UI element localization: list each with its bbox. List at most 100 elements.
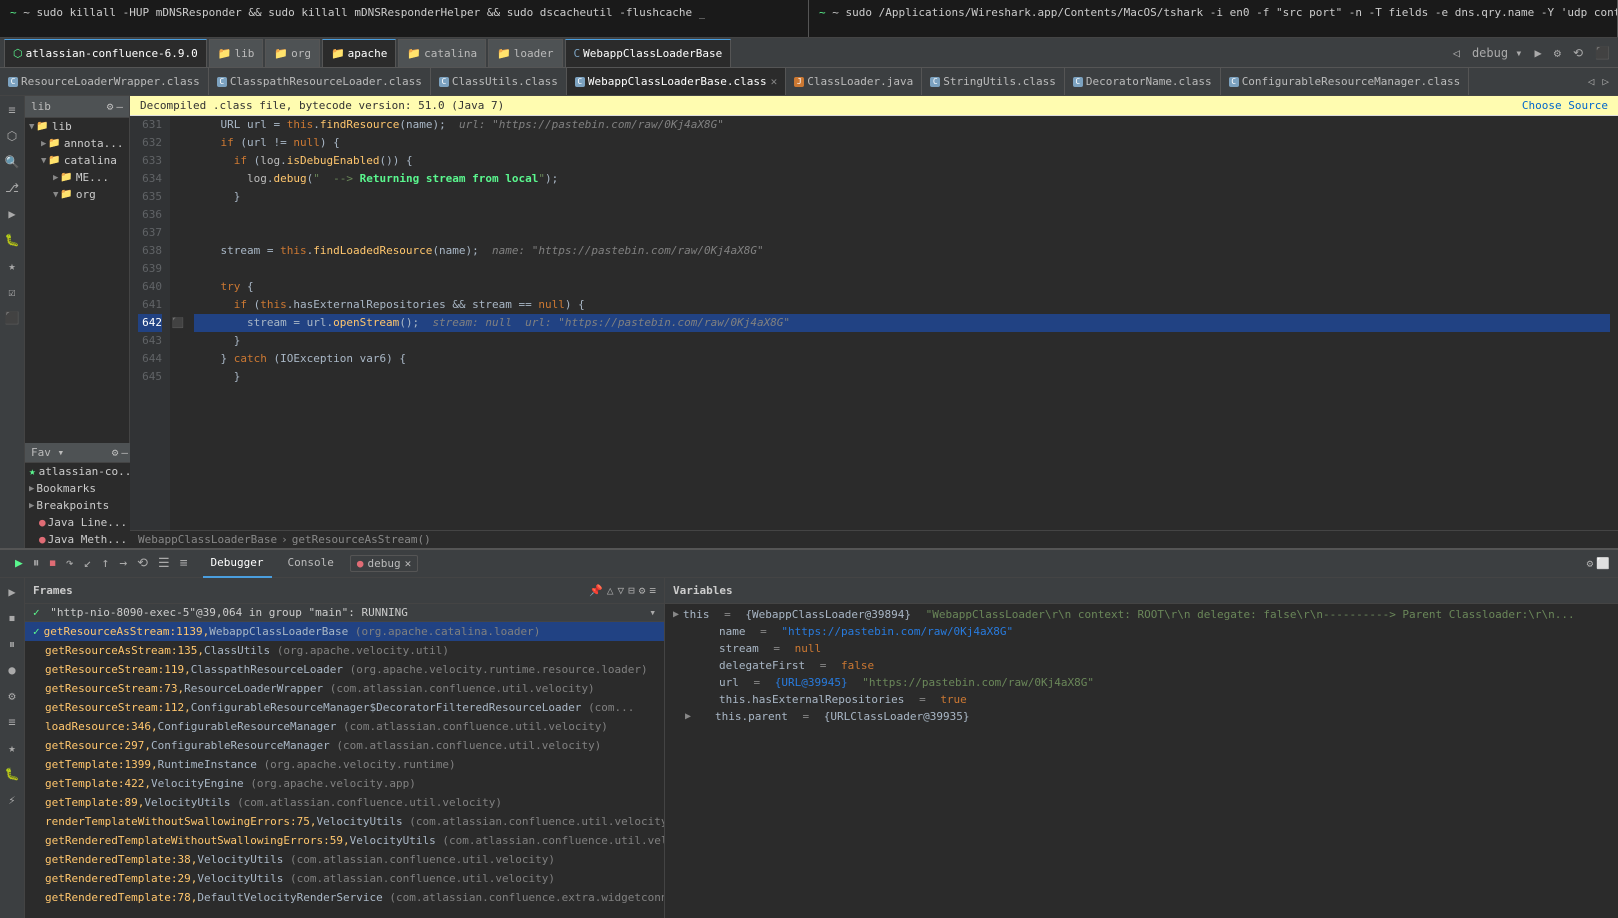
fav-item-bookmarks[interactable]: ▶ Bookmarks bbox=[25, 480, 134, 497]
stop-btn[interactable]: ⏹ bbox=[46, 554, 59, 573]
editor-tab-string-utils[interactable]: C StringUtils.class bbox=[922, 68, 1065, 96]
frames-settings-icon[interactable]: ⚙ bbox=[639, 584, 646, 597]
nav-left-icon[interactable]: ◁ bbox=[1449, 44, 1464, 62]
var-item-4[interactable]: url = {URL@39945} "https://pastebin.com/… bbox=[665, 674, 1618, 691]
frame-item-13[interactable]: getRenderedTemplate:29, VelocityUtils (c… bbox=[25, 869, 664, 888]
scroll-right-icon[interactable]: ▷ bbox=[1599, 73, 1612, 90]
frames-filter-icon[interactable]: ⊟ bbox=[628, 584, 635, 597]
debug-panel-settings-icon[interactable]: ⚙ bbox=[1587, 557, 1594, 570]
tree-annota[interactable]: ▶ 📁 annota... bbox=[25, 135, 129, 152]
debug-instance-label[interactable]: ● debug ✕ bbox=[350, 555, 418, 572]
fav-item-java-line[interactable]: ● Java Line... bbox=[25, 514, 134, 531]
resume-btn[interactable]: ▶ bbox=[12, 554, 26, 573]
frame-item-10[interactable]: renderTemplateWithoutSwallowingErrors:75… bbox=[25, 812, 664, 831]
fav-item-breakpoints[interactable]: ▶ Breakpoints bbox=[25, 497, 134, 514]
editor-tab-resource-loader-wrapper[interactable]: C ResourceLoaderWrapper.class bbox=[0, 68, 209, 96]
debug-icon-8[interactable]: 🐛 bbox=[2, 764, 22, 784]
file-tab-webapp[interactable]: C WebappClassLoaderBase bbox=[565, 39, 732, 67]
debug-icon-sidebar[interactable]: 🐛 bbox=[2, 230, 22, 250]
breadcrumb-class[interactable]: WebappClassLoaderBase bbox=[138, 533, 277, 546]
step-out-btn[interactable]: ↑ bbox=[98, 554, 112, 573]
frame-item-7[interactable]: getTemplate:1399, RuntimeInstance (org.a… bbox=[25, 755, 664, 774]
settings-btn[interactable]: ≡ bbox=[177, 554, 191, 573]
watches-btn[interactable]: ☰ bbox=[155, 554, 173, 573]
run-to-cursor-btn[interactable]: → bbox=[116, 554, 130, 573]
frame-item-14[interactable]: getRenderedTemplate:78, DefaultVelocityR… bbox=[25, 888, 664, 907]
frames-arrow-up-icon[interactable]: △ bbox=[607, 584, 614, 597]
frames-arrow-down-icon[interactable]: ▽ bbox=[618, 584, 625, 597]
git-icon[interactable]: ⎇ bbox=[2, 178, 22, 198]
frame-item-9[interactable]: getTemplate:89, VelocityUtils (com.atlas… bbox=[25, 793, 664, 812]
search-icon[interactable]: 🔍 bbox=[2, 152, 22, 172]
sidebar-expand-icon[interactable]: — bbox=[116, 100, 123, 113]
frame-item-3[interactable]: getResourceStream:73, ResourceLoaderWrap… bbox=[25, 679, 664, 698]
frame-item-8[interactable]: getTemplate:422, VelocityEngine (org.apa… bbox=[25, 774, 664, 793]
evaluate-btn[interactable]: ⟲ bbox=[134, 554, 151, 573]
editor-tab-classpath-resource-loader[interactable]: C ClasspathResourceLoader.class bbox=[209, 68, 431, 96]
step-into-btn[interactable]: ↙ bbox=[81, 554, 95, 573]
fav-close-icon[interactable]: — bbox=[121, 446, 128, 459]
file-tab-apache[interactable]: 📁 apache bbox=[322, 39, 396, 67]
var-item-5[interactable]: this.hasExternalRepositories = true bbox=[665, 691, 1618, 708]
editor-tab-decorator-name[interactable]: C DecoratorName.class bbox=[1065, 68, 1221, 96]
run-icon[interactable]: ▶ bbox=[1531, 44, 1546, 62]
editor-tab-webapp-class-loader-base[interactable]: C WebappClassLoaderBase.class ✕ bbox=[567, 68, 786, 96]
editor-tab-configurable-resource-manager[interactable]: C ConfigurableResourceManager.class bbox=[1221, 68, 1470, 96]
thread-dropdown-icon[interactable]: ▾ bbox=[649, 606, 656, 619]
editor-tab-class-loader-java[interactable]: J ClassLoader.java bbox=[786, 68, 922, 96]
toolbar-icon-2[interactable]: ⟲ bbox=[1569, 44, 1587, 62]
fav-settings-icon[interactable]: ⚙ bbox=[112, 446, 119, 459]
scroll-left-icon[interactable]: ◁ bbox=[1585, 73, 1598, 90]
frame-item-1[interactable]: getResourceAsStream:135, ClassUtils (org… bbox=[25, 641, 664, 660]
debug-icon-2[interactable]: ⏹ bbox=[2, 608, 22, 628]
frame-item-5[interactable]: loadResource:346, ConfigurableResourceMa… bbox=[25, 717, 664, 736]
tree-org[interactable]: ▼ 📁 org bbox=[25, 186, 129, 203]
file-tab-org[interactable]: 📁 org bbox=[265, 39, 320, 67]
choose-source-link[interactable]: Choose Source bbox=[1522, 99, 1608, 112]
bookmark-icon[interactable]: ★ bbox=[2, 256, 22, 276]
frames-menu-icon[interactable]: ≡ bbox=[649, 584, 656, 597]
frame-item-2[interactable]: getResourceStream:119, ClasspathResource… bbox=[25, 660, 664, 679]
file-tab-loader[interactable]: 📁 loader bbox=[488, 39, 562, 67]
frame-item-4[interactable]: getResourceStream:112, ConfigurableResou… bbox=[25, 698, 664, 717]
debug-panel-expand-icon[interactable]: ⬜ bbox=[1596, 557, 1610, 570]
toolbar-icon-3[interactable]: ⬛ bbox=[1591, 44, 1614, 62]
tree-catalina[interactable]: ▼ 📁 catalina bbox=[25, 152, 129, 169]
debug-icon-7[interactable]: ★ bbox=[2, 738, 22, 758]
project-icon-btn[interactable]: ⬡ bbox=[2, 126, 22, 146]
debug-icon-4[interactable]: ● bbox=[2, 660, 22, 680]
var-item-2[interactable]: stream = null bbox=[665, 640, 1618, 657]
fav-item-java-meth[interactable]: ● Java Meth... bbox=[25, 531, 134, 548]
todo-icon[interactable]: ☑ bbox=[2, 282, 22, 302]
debug-icon-5[interactable]: ⚙ bbox=[2, 686, 22, 706]
step-over-btn[interactable]: ↷ bbox=[63, 554, 77, 573]
run-icon-sidebar[interactable]: ▶ bbox=[2, 204, 22, 224]
debug-icon-9[interactable]: ⚡ bbox=[2, 790, 22, 810]
pause-btn[interactable]: ⏸ bbox=[30, 554, 43, 573]
fav-item-atlassian[interactable]: ★ atlassian-co... bbox=[25, 463, 134, 480]
sidebar-settings-icon[interactable]: ⚙ bbox=[107, 100, 114, 113]
debug-icon-6[interactable]: ≡ bbox=[2, 712, 22, 732]
debug-icon-1[interactable]: ▶ bbox=[2, 582, 22, 602]
close-icon-active-tab[interactable]: ✕ bbox=[771, 75, 778, 88]
frame-item-6[interactable]: getResource:297, ConfigurableResourceMan… bbox=[25, 736, 664, 755]
debug-dropdown-icon[interactable]: debug ▾ bbox=[1468, 44, 1527, 62]
var-item-0[interactable]: ▶this = {WebappClassLoader@39894} "Webap… bbox=[665, 606, 1618, 623]
tree-me[interactable]: ▶ 📁 ME... bbox=[25, 169, 129, 186]
breadcrumb-method[interactable]: getResourceAsStream() bbox=[292, 533, 431, 546]
file-tab-catalina[interactable]: 📁 catalina bbox=[398, 39, 486, 67]
debug-tab-debugger[interactable]: Debugger bbox=[203, 550, 272, 578]
code-content[interactable]: 631 632 633 634 635 636 637 638 639 640 … bbox=[130, 116, 1618, 530]
debug-icon-3[interactable]: ⏸ bbox=[2, 634, 22, 654]
tree-lib[interactable]: ▼ 📁 lib bbox=[25, 118, 129, 135]
var-item-3[interactable]: delegateFirst = false bbox=[665, 657, 1618, 674]
frame-item-12[interactable]: getRenderedTemplate:38, VelocityUtils (c… bbox=[25, 850, 664, 869]
file-tab-lib[interactable]: 📁 lib bbox=[209, 39, 264, 67]
frame-item-11[interactable]: getRenderedTemplateWithoutSwallowingErro… bbox=[25, 831, 664, 850]
var-item-1[interactable]: name = "https://pastebin.com/raw/0Kj4aX8… bbox=[665, 623, 1618, 640]
frames-pin-icon[interactable]: 📌 bbox=[589, 584, 603, 597]
editor-tab-class-utils[interactable]: C ClassUtils.class bbox=[431, 68, 567, 96]
project-tab[interactable]: ⬡ atlassian-confluence-6.9.0 bbox=[4, 39, 207, 67]
debug-instance-close[interactable]: ✕ bbox=[405, 557, 412, 570]
frame-item-0[interactable]: ✓getResourceAsStream:1139, WebappClassLo… bbox=[25, 622, 664, 641]
